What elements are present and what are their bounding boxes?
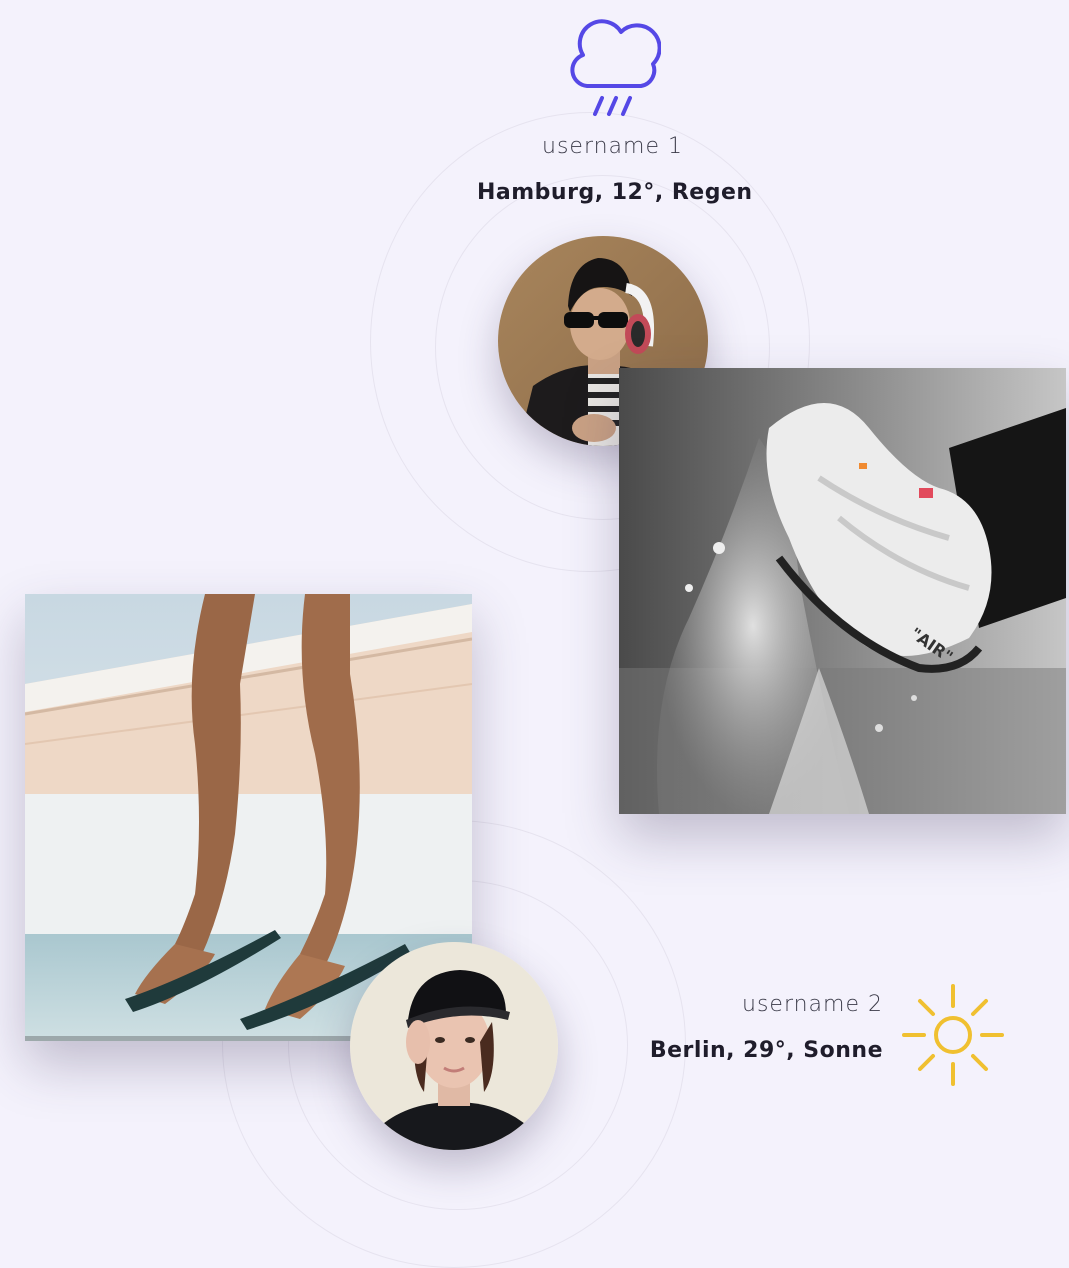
weather-line-2: Berlin, 29°, Sonne <box>649 1038 883 1063</box>
username-1[interactable]: username 1 <box>542 134 683 159</box>
weather-line-1: Hamburg, 12°, Regen <box>477 180 753 205</box>
sun-icon <box>900 984 1006 1086</box>
rain-cloud-icon <box>565 18 661 118</box>
username-2[interactable]: username 2 <box>742 992 883 1017</box>
avatar-user-2[interactable] <box>350 942 558 1150</box>
photo-sneaker-splash[interactable]: "AIR" <box>619 368 1066 814</box>
